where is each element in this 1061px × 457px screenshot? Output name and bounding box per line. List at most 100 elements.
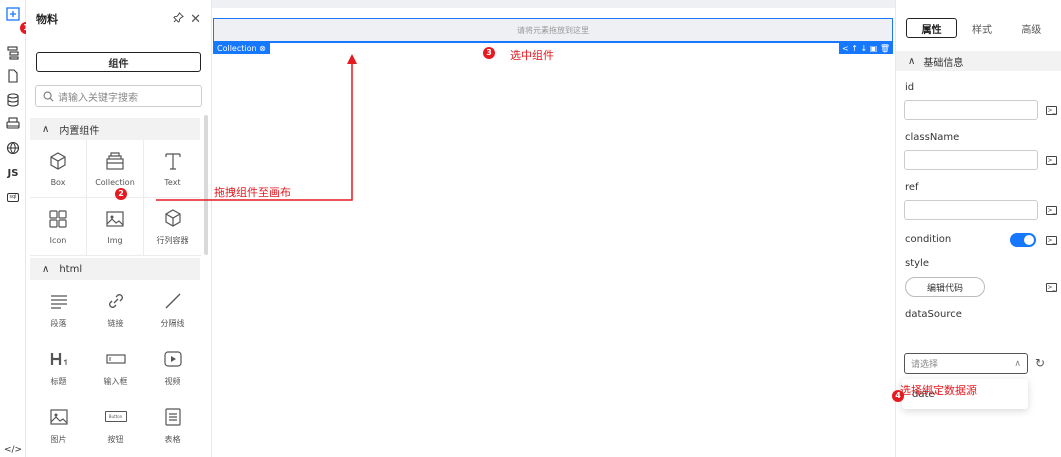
component-label: 行列容器	[156, 236, 189, 245]
html-grid: 段落 链接 分隔线 标题 输入框 视频 图片 Button 按钮 表格	[30, 280, 201, 454]
ref-field[interactable]	[904, 200, 1038, 220]
group-html-label: html	[59, 263, 83, 275]
selection-outline	[213, 42, 893, 43]
component-table[interactable]: 表格	[144, 396, 201, 454]
classname-label: className	[905, 132, 960, 143]
edit-code-button[interactable]: 编辑代码	[905, 277, 985, 297]
component-label: Icon	[49, 236, 67, 245]
component-label: 段落	[50, 318, 67, 328]
sql-label: sql	[7, 192, 19, 202]
component-divider[interactable]: 分隔线	[144, 280, 201, 338]
properties-tabs: 属性 样式 高级	[906, 18, 1056, 38]
annotation-bind: 选择绑定数据源	[900, 384, 977, 397]
cube-icon	[47, 150, 69, 172]
ref-label: ref	[905, 182, 919, 193]
terminal-icon[interactable]: >_	[1046, 106, 1057, 115]
component-button[interactable]: Button 按钮	[87, 396, 144, 454]
component-paragraph[interactable]: 段落	[30, 280, 87, 338]
component-label: 链接	[107, 318, 124, 328]
id-field[interactable]	[904, 100, 1038, 120]
database-icon[interactable]	[5, 92, 21, 108]
chevron-up-icon: ∧	[42, 123, 50, 135]
js-icon[interactable]: JS	[5, 165, 21, 181]
chevron-up-icon: ∧	[908, 55, 916, 67]
step-badge-2: 2	[115, 188, 127, 200]
link-icon	[105, 290, 127, 312]
paragraph-icon	[48, 290, 70, 312]
selection-toolbar[interactable]: < ↑ ↓ ▣ 🗑	[839, 42, 893, 54]
component-box[interactable]: Box	[30, 140, 87, 198]
component-label: Collection	[95, 178, 135, 187]
app-root: 1 JS sql </> 物料 ✕ 组件	[0, 0, 1061, 457]
chevron-up-icon: ∧	[42, 263, 50, 275]
design-canvas[interactable]: 请将元素拖放到这里 Collection ⊗ < ↑ ↓ ▣ 🗑 3 选中组件 …	[156, 0, 895, 457]
component-label: 分隔线	[160, 318, 185, 328]
component-label: Box	[50, 178, 66, 187]
component-label: 输入框	[103, 376, 128, 386]
printer-icon[interactable]	[5, 116, 21, 132]
search-placeholder: 请输入关键字搜索	[58, 92, 138, 104]
step-badge-3: 3	[483, 47, 495, 59]
tab-advanced[interactable]: 高级	[1007, 18, 1056, 38]
image-icon	[104, 208, 126, 230]
tab-styles[interactable]: 样式	[957, 18, 1006, 38]
terminal-icon[interactable]: >_	[1046, 236, 1057, 245]
button-glyph: Button	[104, 411, 127, 422]
component-input[interactable]: 输入框	[87, 338, 144, 396]
code-icon[interactable]: </>	[4, 442, 22, 457]
heading-icon	[48, 348, 70, 370]
chevron-up-icon: ∧	[1014, 358, 1021, 369]
globe-icon[interactable]	[5, 140, 21, 156]
classname-field[interactable]	[904, 150, 1038, 170]
properties-panel: 属性 样式 高级 ∧ 基础信息 id >_ className >_ ref >…	[892, 0, 1061, 457]
sql-icon[interactable]: sql	[5, 189, 21, 205]
page-file-icon[interactable]	[5, 68, 21, 84]
condition-label: condition	[905, 234, 952, 245]
outline-tree-icon[interactable]	[5, 45, 21, 61]
component-label: 标题	[50, 376, 67, 386]
component-video[interactable]: 视频	[144, 338, 201, 396]
component-label: 表格	[164, 434, 181, 444]
component-icon[interactable]: Icon	[30, 198, 87, 256]
datasource-label: dataSource	[905, 309, 962, 320]
terminal-icon[interactable]: >_	[1046, 206, 1057, 215]
component-label: Img	[107, 236, 123, 245]
button-icon: Button	[104, 406, 127, 428]
component-image[interactable]: 图片	[30, 396, 87, 454]
terminal-icon[interactable]: >_	[1046, 283, 1057, 292]
terminal-icon[interactable]: >_	[1046, 156, 1057, 165]
collection-icon	[104, 150, 126, 172]
tab-properties[interactable]: 属性	[906, 18, 958, 38]
image-icon	[48, 406, 70, 428]
component-heading[interactable]: 标题	[30, 338, 87, 396]
component-img[interactable]: Img	[87, 198, 144, 256]
group-html[interactable]: ∧ html	[30, 258, 200, 280]
input-icon	[105, 348, 127, 370]
condition-toggle[interactable]	[1010, 233, 1036, 247]
canvas-toolbar-strip	[212, 0, 895, 8]
group-builtin-label: 内置组件	[59, 125, 100, 137]
component-label: 视频	[164, 376, 181, 386]
section-basic-info-label: 基础信息	[923, 57, 964, 69]
video-icon	[162, 348, 184, 370]
section-basic-info[interactable]: ∧ 基础信息	[896, 51, 1061, 71]
cube-icon	[162, 207, 184, 229]
drop-hint: 请将元素拖放到这里	[517, 25, 589, 35]
search-icon	[43, 91, 54, 101]
annotation-drag: 拖拽组件至画布	[214, 186, 291, 199]
annotation-select: 选中组件	[510, 49, 554, 62]
component-label: 按钮	[107, 434, 124, 444]
close-icon[interactable]: ✕	[190, 12, 201, 27]
drop-zone[interactable]: 请将元素拖放到这里	[213, 18, 893, 42]
grid-icon	[47, 208, 69, 230]
refresh-icon[interactable]: ↻	[1035, 356, 1049, 370]
add-component-icon[interactable]	[5, 6, 21, 22]
datasource-placeholder: 请选择	[911, 360, 939, 370]
component-link[interactable]: 链接	[87, 280, 144, 338]
datasource-select[interactable]: 请选择 ∧	[904, 353, 1028, 374]
table-icon	[162, 406, 184, 428]
style-label: style	[905, 258, 929, 269]
pin-icon[interactable]	[173, 11, 184, 27]
component-label: 图片	[50, 434, 67, 444]
divider-icon	[162, 290, 184, 312]
